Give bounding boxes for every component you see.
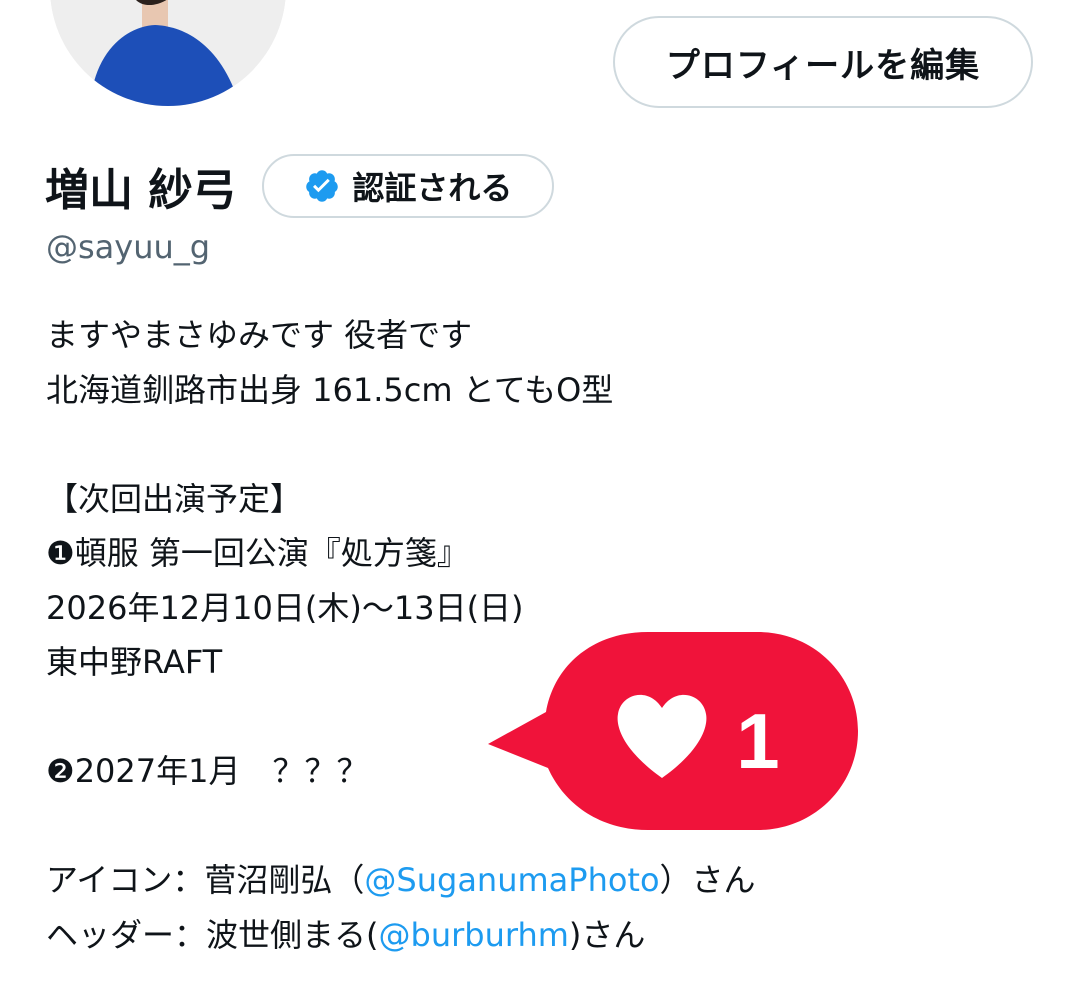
icon-credit-suffix: ）さん — [659, 861, 756, 899]
like-bubble-shape: 1 — [488, 632, 858, 830]
display-name: 増山 紗弓 — [45, 165, 237, 216]
bio-icon-credit: アイコン：菅沼剛弘（@SuganumaPhoto）さん — [46, 853, 756, 908]
get-verified-label: 認証される — [352, 169, 513, 207]
verified-badge-icon — [306, 170, 339, 202]
bio-header-credit: ヘッダー：波世側まる(@burburhm)さん — [46, 908, 756, 963]
bio-blank-line — [46, 417, 756, 472]
header-credit-prefix: ヘッダー：波世側まる( — [46, 915, 379, 954]
get-verified-button[interactable]: 認証される — [262, 154, 555, 218]
like-count: 1 — [736, 697, 779, 785]
like-notification-bubble[interactable]: 1 — [488, 628, 860, 834]
bio-line: ますやまさゆみです 役者です — [46, 316, 473, 354]
icon-credit-prefix: アイコン：菅沼剛弘（ — [46, 861, 365, 899]
mention-link-suganumaphoto[interactable]: @SuganumaPhoto — [364, 861, 659, 899]
edit-profile-button[interactable]: プロフィールを編集 — [613, 16, 1033, 108]
bio-line: 北海道釧路市出身 161.5cm とてもO型 — [46, 370, 614, 409]
profile-avatar[interactable] — [50, 0, 286, 106]
name-row: 増山 紗弓 認証される — [45, 154, 555, 218]
avatar-photo — [50, 0, 286, 106]
profile-handle: @sayuu_g — [46, 228, 211, 266]
edit-profile-label: プロフィールを編集 — [665, 45, 981, 86]
bio-line: 【次回出演予定】 — [46, 479, 303, 518]
bio-line: 2026年12月10日(木)〜13日(日) — [46, 588, 524, 627]
bio-line: ❶頓服 第一回公演『処方箋』 — [46, 534, 469, 572]
mention-link-burburhm[interactable]: @burburhm — [379, 916, 569, 954]
header-credit-suffix: )さん — [568, 915, 646, 954]
